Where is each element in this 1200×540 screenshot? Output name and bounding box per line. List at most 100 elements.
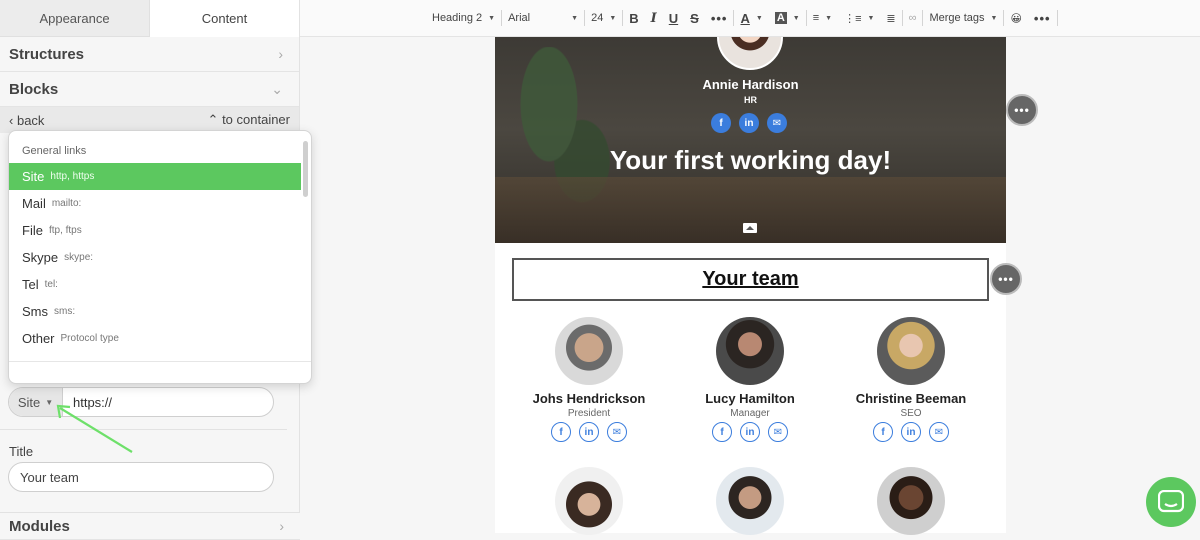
blocks-section[interactable]: Blocks ⌄ (0, 72, 299, 107)
text-color-icon: A (740, 10, 750, 26)
image-icon[interactable] (743, 223, 757, 233)
title-input[interactable] (8, 462, 274, 492)
caret-down-icon: ▼ (792, 14, 800, 22)
more-options-button[interactable]: ••• (1028, 8, 1057, 28)
caret-down-icon: ▼ (867, 14, 875, 22)
italic-button[interactable]: I (645, 8, 663, 28)
facebook-icon[interactable]: f (873, 422, 893, 442)
dropdown-item-file[interactable]: File ftp, ftps (9, 217, 301, 244)
background-color-button[interactable]: A ▼ (769, 8, 806, 28)
member-role: President (567, 408, 611, 419)
team-member-card[interactable]: Christine Beeman SEO f in ✉ (831, 317, 991, 442)
heading-select[interactable]: Heading 2 ▼ (426, 8, 501, 28)
caret-down-icon: ▼ (571, 14, 579, 22)
linkedin-icon[interactable]: in (579, 422, 599, 442)
font-size-value: 24 (591, 12, 604, 24)
bg-color-icon: A (774, 12, 787, 24)
team-member-card[interactable]: Lucy Hamilton Manager f in ✉ (670, 317, 830, 442)
toolbar-separator (1056, 10, 1058, 26)
item-hint: tel: (44, 279, 58, 290)
strikethrough-button[interactable]: S (684, 8, 705, 28)
chevron-right-icon: › (278, 46, 283, 62)
member-avatar (716, 467, 784, 535)
structures-section[interactable]: Structures › (0, 37, 299, 72)
tab-appearance[interactable]: Appearance (0, 0, 150, 37)
font-select[interactable]: Arial ▼ (502, 8, 584, 28)
member-avatar (877, 317, 945, 385)
emoji-icon: 😀 (1010, 12, 1022, 25)
team-member-card[interactable] (509, 467, 669, 535)
member-name: Christine Beeman (855, 391, 967, 406)
hero-name: Annie Hardison (702, 77, 799, 92)
member-avatar (716, 317, 784, 385)
link-button[interactable]: ∞ (903, 8, 923, 28)
hero-role: HR (744, 95, 757, 105)
align-button[interactable]: ≡ ▼ (807, 8, 838, 28)
chevron-left-icon: ‹ (9, 112, 14, 128)
facebook-icon[interactable]: f (551, 422, 571, 442)
email-icon[interactable]: ✉ (768, 422, 788, 442)
merge-tags-select[interactable]: Merge tags ▼ (923, 8, 1003, 28)
team-heading: Your team (702, 268, 799, 290)
team-member-card[interactable] (831, 467, 991, 535)
modules-section[interactable]: Modules › (0, 512, 300, 540)
protocol-value: Site (17, 394, 41, 410)
item-hint: mailto: (51, 198, 82, 209)
team-member-card[interactable] (670, 467, 830, 535)
line-height-button[interactable]: ≣ (880, 8, 901, 28)
dropdown-item-other[interactable]: Other Protocol type (9, 325, 301, 352)
line-height-icon: ≣ (886, 12, 896, 25)
team-heading-block[interactable]: Your team (512, 258, 989, 301)
underline-button[interactable]: U (663, 8, 684, 28)
member-avatar (555, 317, 623, 385)
dropdown-item-sms[interactable]: Sms sms: (9, 298, 301, 325)
merge-tags-label: Merge tags (929, 12, 985, 24)
email-icon[interactable]: ✉ (607, 422, 627, 442)
text-color-button[interactable]: A ▼ (734, 8, 768, 28)
email-icon[interactable]: ✉ (929, 422, 949, 442)
bullet-list-icon: ⋮≡ (844, 12, 862, 25)
heading-value: Heading 2 (432, 12, 483, 24)
team-member-card[interactable]: Johs Hendrickson President f in ✉ (509, 317, 669, 442)
list-button[interactable]: ⋮≡ ▼ (838, 8, 880, 28)
item-label: Other (22, 331, 55, 346)
font-size-select[interactable]: 24 ▼ (585, 8, 622, 28)
bold-button[interactable]: B (623, 8, 644, 28)
link-field: Site ▼ (8, 387, 274, 417)
member-role: Manager (730, 408, 770, 419)
emoji-button[interactable]: 😀 (1004, 8, 1027, 28)
hero-heading[interactable]: Your first working day! (495, 145, 1006, 176)
tab-content[interactable]: Content (150, 0, 299, 37)
dropdown-scrollbar[interactable] (303, 141, 308, 197)
back-button[interactable]: ‹ back (9, 113, 44, 128)
facebook-icon[interactable]: f (711, 113, 731, 133)
chat-support-button[interactable] (1146, 477, 1196, 527)
email-icon[interactable]: ✉ (767, 113, 787, 133)
block-more-button[interactable]: ••• (1006, 94, 1038, 126)
member-role: SEO (900, 408, 922, 419)
caret-down-icon: ▼ (755, 14, 763, 22)
dropdown-item-mail[interactable]: Mail mailto: (9, 190, 301, 217)
member-avatar (555, 467, 623, 535)
hero-avatar (717, 37, 783, 70)
dropdown-item-skype[interactable]: Skype skype: (9, 244, 301, 271)
linkedin-icon[interactable]: in (739, 113, 759, 133)
member-social-links: f in ✉ (670, 422, 830, 442)
more-format-button[interactable]: ••• (705, 8, 734, 28)
chat-icon (1158, 490, 1184, 513)
member-name: Lucy Hamilton (705, 391, 795, 406)
facebook-icon[interactable]: f (712, 422, 732, 442)
item-label: Skype (22, 250, 59, 265)
caret-down-icon: ▼ (488, 14, 496, 22)
linkedin-icon[interactable]: in (901, 422, 921, 442)
dropdown-item-site[interactable]: Site http, https (9, 163, 301, 190)
linkedin-icon[interactable]: in (740, 422, 760, 442)
item-label: Site (22, 169, 45, 184)
green-arrow-annotation (56, 404, 133, 453)
dropdown-item-tel[interactable]: Tel tel: (9, 271, 301, 298)
to-container-button[interactable]: ⌃ to container (208, 112, 290, 128)
item-hint: http, https (50, 171, 95, 182)
block-more-button[interactable]: ••• (990, 263, 1022, 295)
link-type-dropdown: General links Site http, https Mail mail… (8, 130, 312, 384)
hero-block[interactable]: Annie Hardison HR f in ✉ Your first work… (495, 37, 1006, 243)
